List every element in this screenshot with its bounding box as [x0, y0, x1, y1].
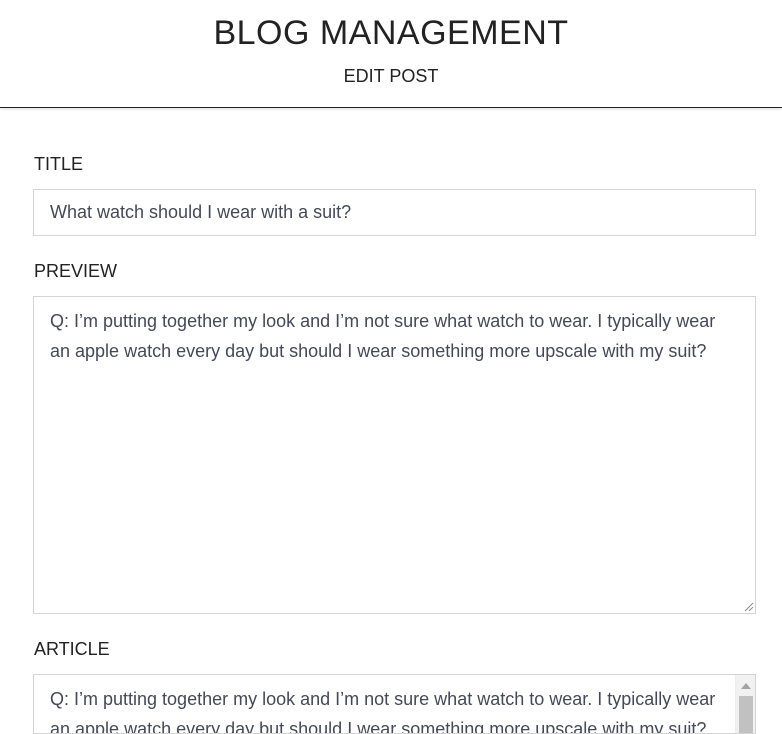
scroll-thumb[interactable]: [739, 696, 753, 733]
scroll-up-arrow-icon[interactable]: [741, 683, 751, 689]
article-field: Q: I’m putting together my look and I’m …: [33, 674, 756, 734]
article-scrollbar[interactable]: [735, 675, 755, 733]
preview-label: PREVIEW: [34, 261, 118, 281]
title-label: TITLE: [34, 154, 84, 174]
page-title: BLOG MANAGEMENT: [213, 14, 569, 52]
page-subtitle: EDIT POST: [343, 66, 439, 86]
preview-textarea[interactable]: Q: I’m putting together my look and I’m …: [33, 296, 756, 614]
article-textarea[interactable]: Q: I’m putting together my look and I’m …: [34, 675, 734, 733]
resize-grip-icon[interactable]: [743, 601, 754, 612]
page-header: BLOG MANAGEMENT EDIT POST: [0, 0, 782, 108]
title-input[interactable]: [33, 189, 756, 236]
article-label: ARTICLE: [34, 639, 110, 659]
